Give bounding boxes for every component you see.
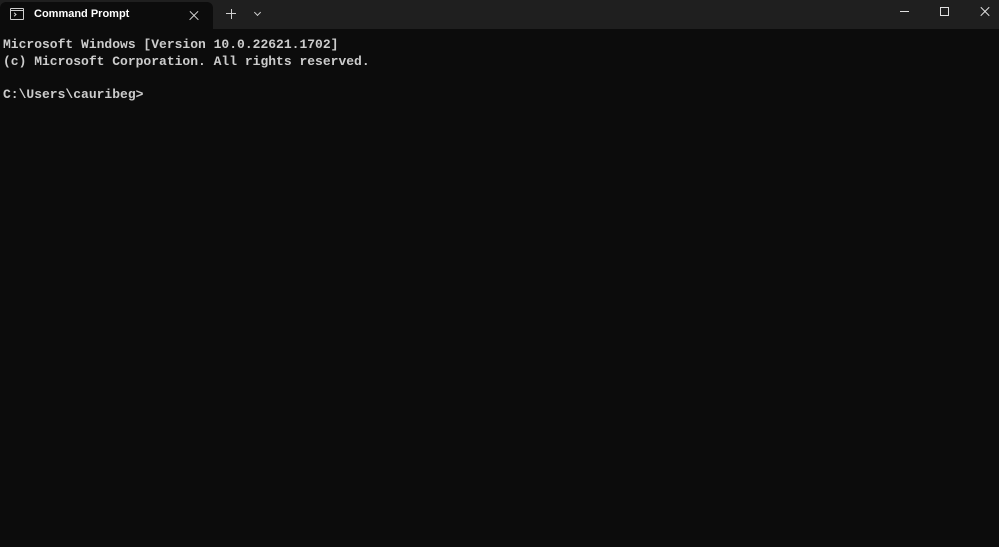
title-bar[interactable]: Command Prompt [0,0,999,29]
minimize-icon [900,11,909,12]
terminal-output[interactable]: Microsoft Windows [Version 10.0.22621.17… [0,29,999,547]
new-tab-plus-icon[interactable] [223,6,239,22]
terminal-window: Command Prompt Microsoft Windows [Versio… [0,0,999,547]
terminal-line: Microsoft Windows [Version 10.0.22621.17… [3,37,339,52]
close-window-button[interactable] [964,0,999,29]
close-icon [979,11,991,12]
command-prompt-line[interactable]: C:\Users\cauribeg> [3,87,996,104]
maximize-button[interactable] [924,0,964,29]
close-tab-icon[interactable] [186,8,202,24]
tab-title: Command Prompt [34,8,130,20]
terminal-line: (c) Microsoft Corporation. All rights re… [3,53,370,69]
terminal-icon [10,8,24,20]
maximize-icon [940,7,949,16]
minimize-button[interactable] [884,0,924,29]
chevron-down-icon[interactable] [250,6,266,22]
tab-command-prompt[interactable]: Command Prompt [0,2,213,29]
